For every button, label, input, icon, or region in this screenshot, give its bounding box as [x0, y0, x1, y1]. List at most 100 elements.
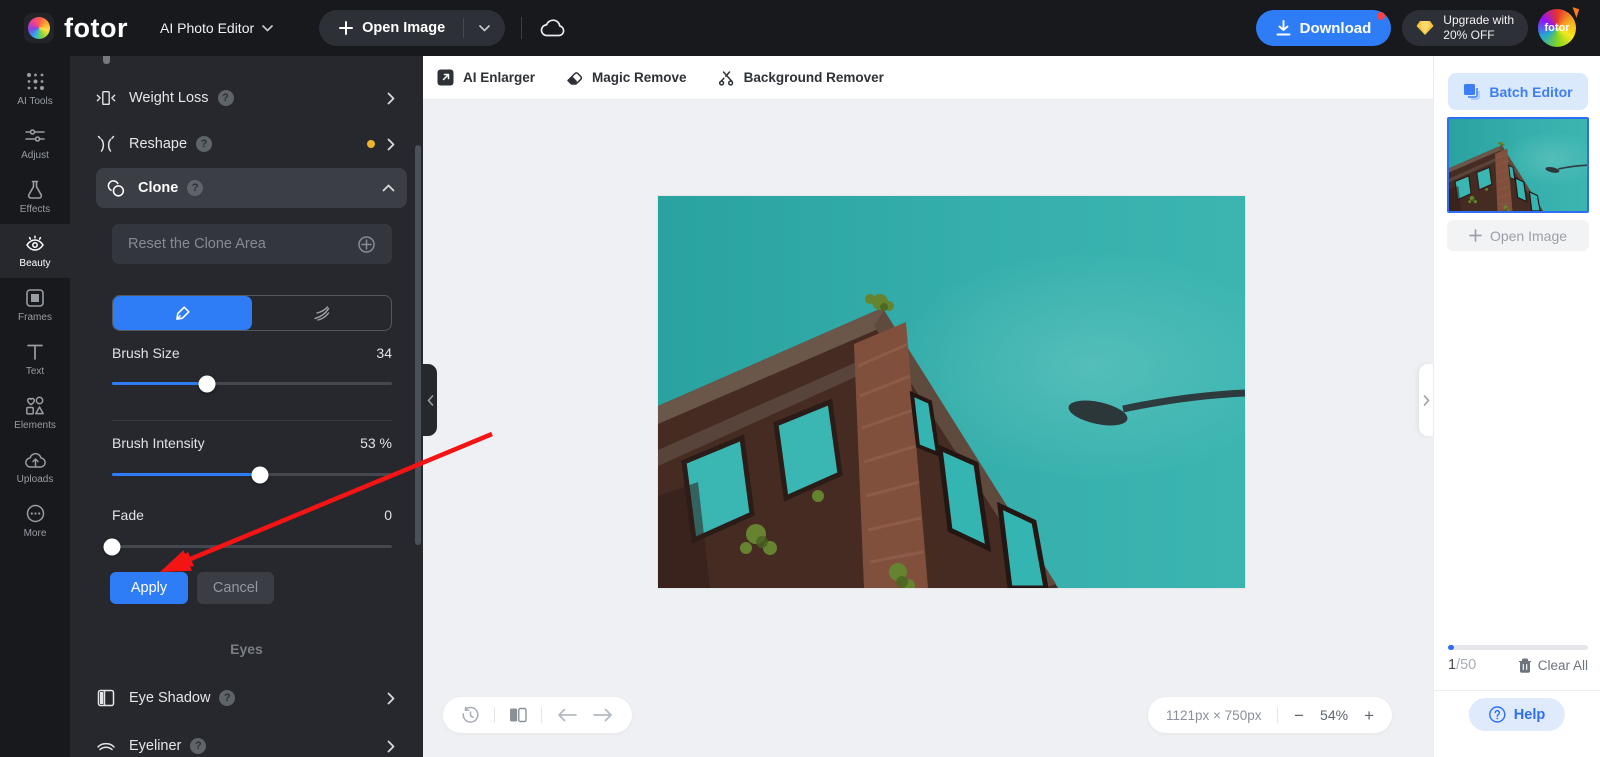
sidebar-open-image-button[interactable]: Open Image — [1447, 220, 1589, 251]
feature-label: Eye Shadow — [129, 690, 211, 706]
clear-all-label: Clear All — [1537, 657, 1588, 673]
sidebar-item-label: AI Tools — [17, 95, 53, 107]
elements-icon — [25, 396, 45, 416]
panel-scrollbar[interactable] — [415, 145, 421, 545]
sidebar-item-label: Adjust — [21, 149, 49, 161]
cancel-button[interactable]: Cancel — [197, 572, 274, 604]
erase-tool-tab[interactable] — [252, 296, 391, 330]
reshape-icon — [96, 135, 116, 154]
batch-count-row: 1 /50 Clear All — [1448, 657, 1588, 673]
new-dot-badge — [367, 140, 375, 148]
open-image-dropdown[interactable] — [464, 10, 505, 46]
sidebar-item-uploads[interactable]: Uploads — [0, 440, 70, 494]
help-badge-icon[interactable]: ? — [190, 738, 207, 754]
clipped-list-fragment — [103, 56, 110, 64]
chevron-right-icon — [387, 138, 395, 150]
help-badge-icon[interactable]: ? — [219, 690, 236, 706]
collapse-right-panel-handle[interactable] — [1419, 364, 1433, 436]
collapse-left-panel-handle[interactable] — [423, 364, 437, 436]
batch-editor-button[interactable]: Batch Editor — [1448, 73, 1588, 110]
sidebar-item-text[interactable]: Text — [0, 332, 70, 386]
brush-intensity-slider[interactable] — [112, 466, 392, 483]
help-label: Help — [1513, 706, 1546, 723]
divider — [1434, 690, 1600, 691]
divider — [494, 707, 495, 723]
tool-tab-bar: AI Enlarger Magic Remove Background Remo… — [423, 56, 1433, 100]
eraser-icon — [567, 71, 583, 85]
chevron-right-icon — [387, 692, 395, 704]
arrow-left-icon — [558, 708, 577, 722]
chevron-left-icon — [427, 394, 433, 406]
progress-fill — [1448, 645, 1454, 650]
image-count-current: 1 — [1448, 657, 1457, 673]
help-icon — [1489, 706, 1506, 723]
open-image-button[interactable]: Open Image — [319, 10, 463, 46]
batch-progress-bar — [1448, 645, 1588, 650]
feature-row-reshape[interactable]: Reshape ? — [96, 124, 407, 164]
compare-button[interactable] — [509, 707, 527, 723]
feature-row-weight-loss[interactable]: Weight Loss ? — [96, 78, 407, 118]
brush-size-slider[interactable] — [112, 375, 392, 392]
text-icon — [26, 342, 44, 362]
tab-magic-remove[interactable]: Magic Remove — [566, 70, 687, 86]
sidebar-item-beauty[interactable]: Beauty — [0, 224, 70, 278]
apply-button[interactable]: Apply — [110, 572, 188, 604]
help-button[interactable]: Help — [1468, 698, 1566, 731]
feature-label: Clone — [138, 180, 179, 196]
sidebar-item-label: Beauty — [19, 257, 51, 269]
slider-thumb[interactable] — [103, 538, 121, 555]
sidebar-item-elements[interactable]: Elements — [0, 386, 70, 440]
help-badge-icon[interactable]: ? — [217, 90, 234, 106]
feature-row-clone[interactable]: Clone ? — [96, 168, 407, 208]
help-badge-icon[interactable]: ? — [196, 136, 213, 152]
slider-label: Fade — [112, 507, 144, 523]
plus-icon — [1469, 229, 1482, 242]
zoom-out-button[interactable]: − — [1294, 707, 1304, 724]
slider-value: 0 — [384, 507, 392, 523]
sidebar-item-frames[interactable]: Frames — [0, 278, 70, 332]
undo-button[interactable] — [556, 708, 578, 722]
sidebar-item-label: Frames — [18, 311, 52, 323]
slider-thumb[interactable] — [198, 375, 216, 392]
divider — [1277, 707, 1279, 723]
eyes-section-title: Eyes — [230, 641, 263, 657]
fade-slider[interactable] — [103, 538, 392, 555]
history-button[interactable] — [461, 705, 480, 725]
account-avatar[interactable]: fotor — [1538, 7, 1580, 47]
layers-icon — [1464, 84, 1481, 100]
slider-thumb[interactable] — [251, 466, 269, 483]
feature-row-eyeliner[interactable]: Eyeliner ? — [96, 726, 407, 757]
image-thumbnail-selected[interactable] — [1447, 117, 1589, 213]
brush-icon — [176, 305, 190, 320]
fotor-logo[interactable]: fotor — [24, 13, 128, 44]
feature-row-eye-shadow[interactable]: Eye Shadow ? — [96, 678, 407, 718]
edited-photo[interactable] — [658, 196, 1245, 588]
diamond-icon — [1416, 21, 1434, 35]
sidebar-item-more[interactable]: More — [0, 494, 70, 548]
cloud-sync-button[interactable] — [540, 18, 566, 38]
app-switcher[interactable]: AI Photo Editor — [160, 20, 273, 36]
tab-ai-enlarger[interactable]: AI Enlarger — [437, 69, 535, 86]
ai-tools-icon — [26, 72, 45, 92]
sidebar-item-ai-tools[interactable]: AI Tools — [0, 62, 70, 116]
divider — [541, 707, 542, 723]
sidebar-item-adjust[interactable]: Adjust — [0, 116, 70, 170]
download-button[interactable]: Download — [1255, 10, 1392, 46]
batch-editor-label: Batch Editor — [1489, 83, 1573, 100]
compare-icon — [510, 707, 527, 723]
brush-tool-tab[interactable] — [113, 296, 252, 330]
squiggle-icon — [313, 306, 329, 321]
sidebar-item-effects[interactable]: Effects — [0, 170, 70, 224]
brand-name: fotor — [64, 12, 128, 43]
zoom-in-button[interactable]: + — [1364, 707, 1374, 724]
clear-all-button[interactable]: Clear All — [1518, 658, 1588, 673]
brush-intensity-header: Brush Intensity 53 % — [112, 435, 392, 451]
help-badge-icon[interactable]: ? — [187, 180, 204, 196]
reset-clone-area-button[interactable]: Reset the Clone Area — [112, 224, 392, 264]
uploads-icon — [24, 450, 46, 470]
upgrade-button[interactable]: Upgrade with 20% OFF — [1402, 10, 1528, 46]
tab-background-remover[interactable]: Background Remover — [718, 70, 884, 86]
feature-label: Eyeliner — [129, 738, 182, 754]
feature-label: Reshape — [129, 136, 188, 152]
redo-button[interactable] — [592, 708, 614, 722]
